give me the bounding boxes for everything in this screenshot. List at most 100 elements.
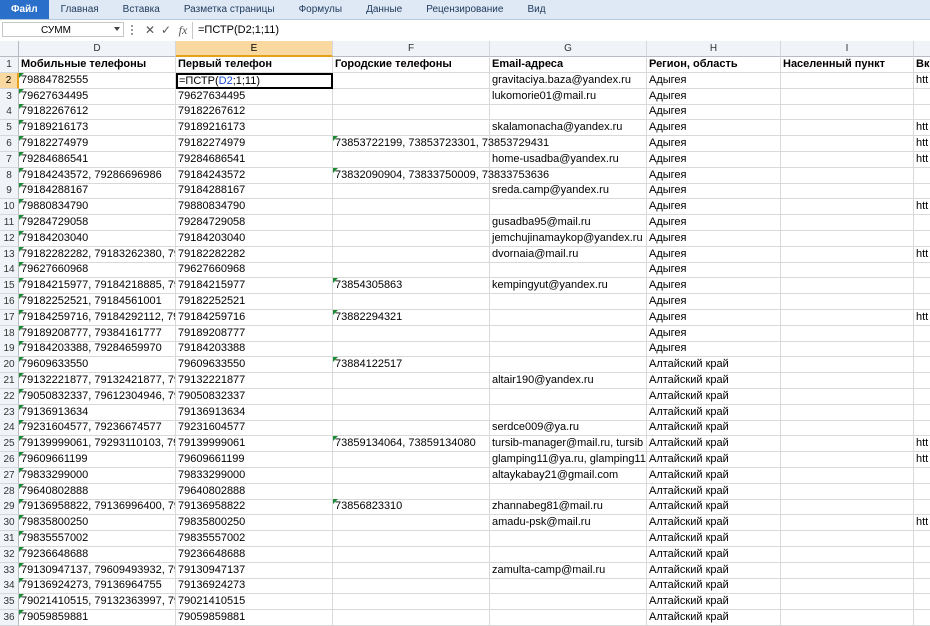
cell-e[interactable]: 79880834790 (176, 199, 333, 216)
row-header[interactable]: 10 (0, 199, 19, 216)
cell-j[interactable] (914, 389, 930, 405)
cell-g[interactable]: jemchujinamaykop@yandex.ru (490, 230, 647, 247)
cell-i[interactable] (781, 499, 914, 516)
cell-h[interactable]: Алтайский край (647, 610, 781, 626)
row-header[interactable]: 33 (0, 562, 19, 579)
cell-h[interactable]: Алтайский край (647, 373, 781, 389)
cell-h[interactable]: Алтайский край (647, 452, 781, 468)
cell-d[interactable]: 79884782555 (19, 72, 176, 89)
cell-h[interactable]: Адыгея (647, 309, 781, 326)
cell-h[interactable]: Адыгея (647, 72, 781, 89)
cell-e[interactable]: 79835800250 (176, 515, 333, 532)
cell-d[interactable]: 79136958822, 79136996400, 7913 (19, 499, 176, 516)
name-box[interactable]: СУММ (2, 22, 124, 37)
cell-h[interactable]: Алтайский край (647, 483, 781, 500)
cell-f[interactable] (333, 483, 490, 500)
cell-g[interactable]: altaykabay21@gmail.com (490, 467, 647, 484)
cell-i[interactable] (781, 215, 914, 231)
cell-d[interactable]: 79182252521, 79184561001 (19, 294, 176, 310)
cell-g[interactable] (490, 388, 647, 405)
cell-h[interactable]: Алтайский край (647, 515, 781, 532)
cell-e[interactable]: 79132221877 (176, 373, 333, 389)
row-header[interactable]: 16 (0, 294, 19, 310)
cell-h[interactable]: Адыгея (647, 278, 781, 295)
cell-h[interactable]: Адыгея (647, 341, 781, 358)
cell-g[interactable] (490, 341, 647, 358)
cell-j[interactable] (914, 547, 930, 563)
cell-i[interactable] (781, 88, 914, 105)
cell-j[interactable] (914, 89, 930, 105)
ribbon-tab[interactable]: Главная (49, 0, 111, 19)
cell-i[interactable] (781, 183, 914, 200)
cell-i[interactable]: Населенный пункт (781, 57, 914, 73)
cell-d[interactable]: 79182282282, 79183262380, 7928 (19, 246, 176, 263)
row-header[interactable]: 25 (0, 436, 19, 453)
cell-d[interactable]: 79640802888 (19, 483, 176, 500)
cell-d[interactable]: 79284729058 (19, 215, 176, 231)
cell-i[interactable] (781, 230, 914, 247)
cell-g[interactable] (490, 531, 647, 547)
cell-d[interactable]: 79021410515, 79132363997, 7996 (19, 594, 176, 611)
cell-e[interactable]: 79130947137 (176, 562, 333, 579)
cell-j[interactable] (914, 468, 930, 484)
cell-f[interactable] (333, 72, 490, 89)
cell-g[interactable]: serdce009@ya.ru (490, 420, 647, 437)
cell-d[interactable]: 79835800250 (19, 515, 176, 532)
cell-j[interactable] (914, 168, 930, 184)
cell-g[interactable] (490, 546, 647, 563)
cell-i[interactable] (781, 120, 914, 137)
cell-i[interactable] (781, 373, 914, 389)
cell-e[interactable]: Первый телефон (176, 57, 333, 73)
cell-i[interactable] (781, 357, 914, 374)
cell-g[interactable]: sreda.camp@yandex.ru (490, 183, 647, 200)
enter-icon[interactable]: ✓ (158, 22, 174, 38)
ribbon-tab[interactable]: Данные (354, 0, 414, 19)
cell-f[interactable] (333, 230, 490, 247)
cell-d[interactable]: 79182267612 (19, 104, 176, 121)
cell-h[interactable]: Адыгея (647, 246, 781, 263)
cell-j[interactable] (914, 499, 930, 516)
active-cell[interactable]: =ПСТР(D2;1;11) (176, 72, 333, 89)
cell-h[interactable]: Адыгея (647, 120, 781, 137)
cell-i[interactable] (781, 531, 914, 547)
cell-j[interactable]: htt (914, 136, 930, 152)
cell-d[interactable]: 79609661199 (19, 452, 176, 468)
row-header[interactable]: 17 (0, 309, 19, 326)
cell-i[interactable] (781, 309, 914, 326)
cell-e[interactable]: 79189216173 (176, 120, 333, 137)
cell-d[interactable]: 79189216173 (19, 120, 176, 137)
row-header[interactable]: 12 (0, 230, 19, 247)
cell-d[interactable]: 79880834790 (19, 199, 176, 216)
cell-g[interactable]: glamping11@ya.ru, glamping11@ (490, 452, 647, 468)
cell-j[interactable] (914, 278, 930, 295)
cell-f[interactable]: 73853722199, 73853723301, 73853729431 (333, 136, 549, 152)
row-header[interactable]: 31 (0, 531, 19, 547)
cell-f[interactable] (333, 546, 490, 563)
cancel-icon[interactable]: ✕ (142, 22, 158, 38)
row-header[interactable]: 9 (0, 183, 19, 200)
cell-j[interactable] (914, 531, 930, 547)
cell-g[interactable] (490, 594, 647, 611)
row-header[interactable]: 19 (0, 341, 19, 358)
cell-i[interactable] (781, 483, 914, 500)
column-header-d[interactable]: D (19, 41, 176, 57)
row-header[interactable]: 34 (0, 578, 19, 595)
cell-i[interactable] (781, 515, 914, 532)
cell-e[interactable]: 79609661199 (176, 452, 333, 468)
cell-j[interactable]: Вк (914, 57, 930, 73)
ribbon-tab[interactable]: Формулы (287, 0, 355, 19)
cell-j[interactable]: htt (914, 310, 930, 326)
cell-f[interactable] (333, 262, 490, 279)
cell-e[interactable]: 79184203040 (176, 230, 333, 247)
cell-i[interactable] (781, 452, 914, 468)
cell-j[interactable] (914, 326, 930, 342)
column-header-j[interactable] (914, 41, 930, 57)
cell-f[interactable] (333, 104, 490, 121)
cell-j[interactable] (914, 405, 930, 421)
cell-h[interactable]: Алтайский край (647, 499, 781, 516)
row-header[interactable]: 26 (0, 452, 19, 468)
cell-f[interactable] (333, 88, 490, 105)
cell-d[interactable]: 79189208777, 79384161777 (19, 325, 176, 342)
cell-f[interactable]: 73884122517 (333, 357, 490, 374)
cell-f[interactable] (333, 373, 490, 389)
